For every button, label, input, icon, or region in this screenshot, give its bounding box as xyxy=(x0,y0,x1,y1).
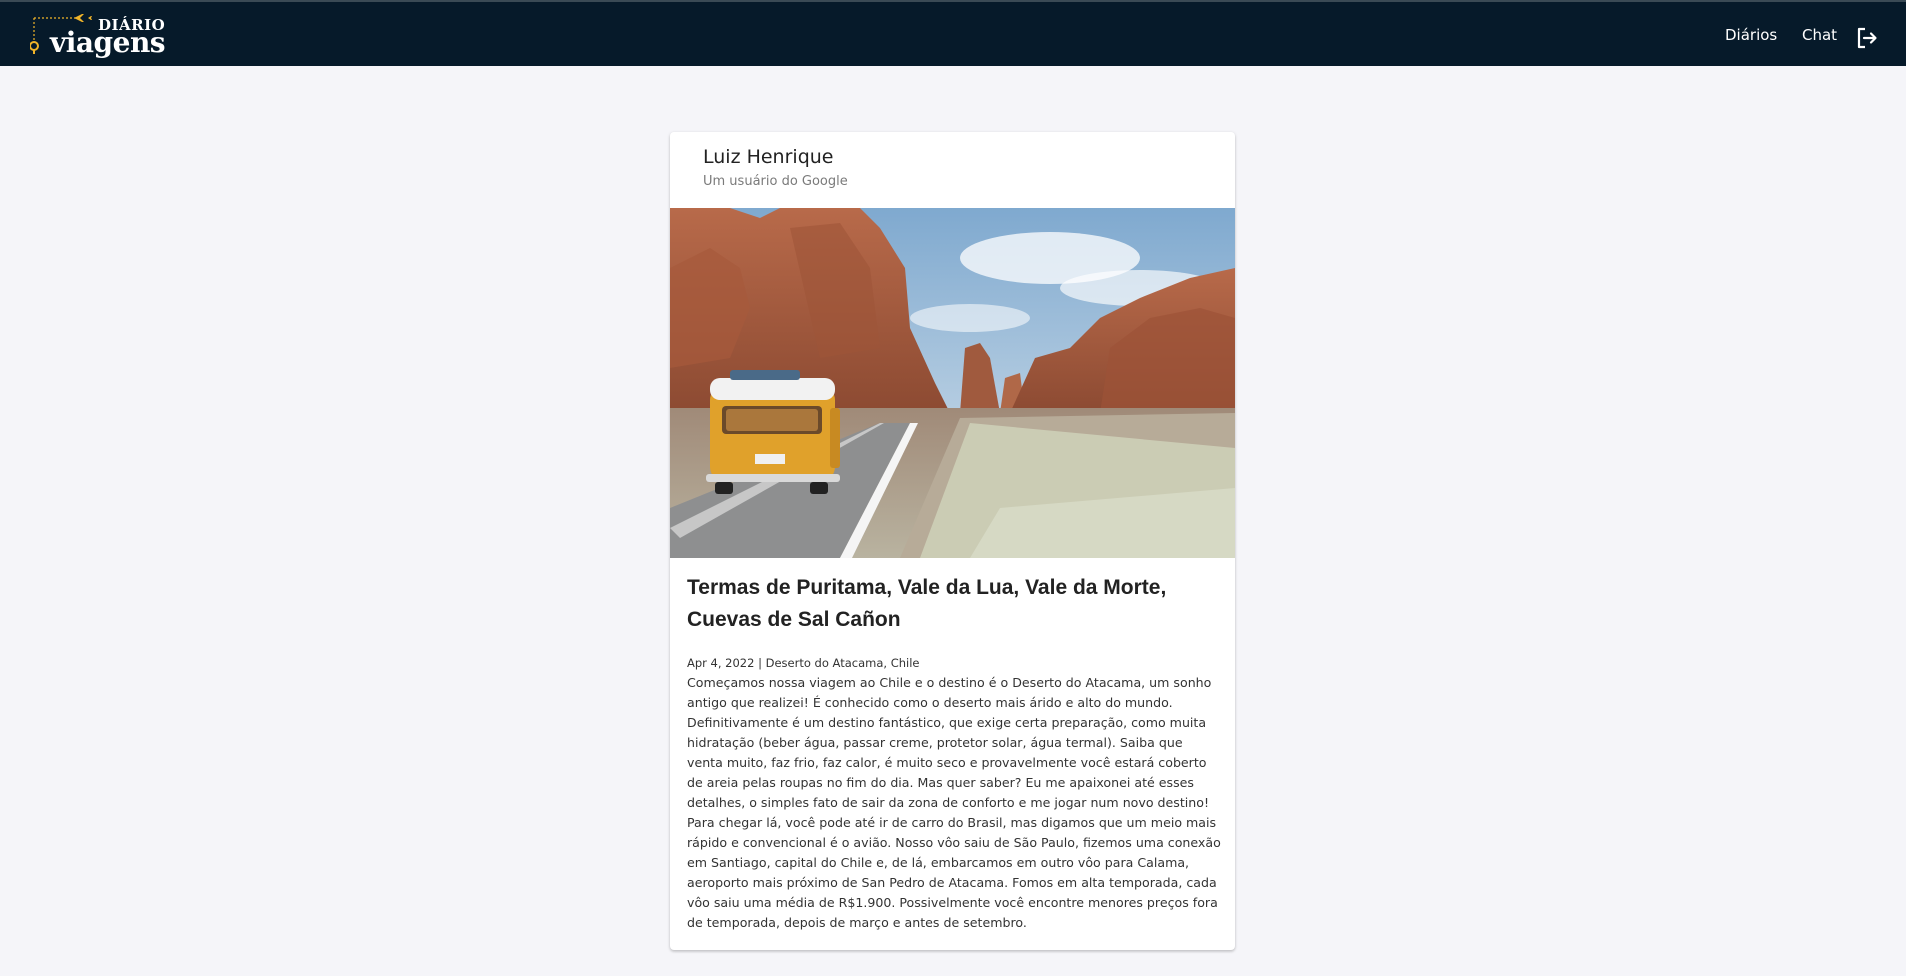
post-body: Começamos nossa viagem ao Chile e o dest… xyxy=(687,675,1221,930)
nav-diarios-link[interactable]: Diários xyxy=(1725,26,1777,44)
top-navbar: DIÁRIO viagens Diários Chat xyxy=(0,0,1906,66)
logo-big-text: viagens xyxy=(50,26,166,59)
post-title: Termas de Puritama, Vale da Lua, Vale da… xyxy=(687,576,1167,631)
diario-viagens-logo[interactable]: DIÁRIO viagens xyxy=(30,12,166,59)
post-photo xyxy=(670,208,1235,558)
author-subtitle: Um usuário do Google xyxy=(703,174,848,189)
author-name: Luiz Henrique xyxy=(703,146,834,168)
post-card: Luiz Henrique Um usuário do Google Terma… xyxy=(670,132,1235,950)
logout-icon[interactable] xyxy=(1855,26,1879,50)
post-meta: Apr 4, 2022 | Deserto do Atacama, Chile xyxy=(687,656,920,670)
nav-chat-link[interactable]: Chat xyxy=(1802,26,1837,44)
